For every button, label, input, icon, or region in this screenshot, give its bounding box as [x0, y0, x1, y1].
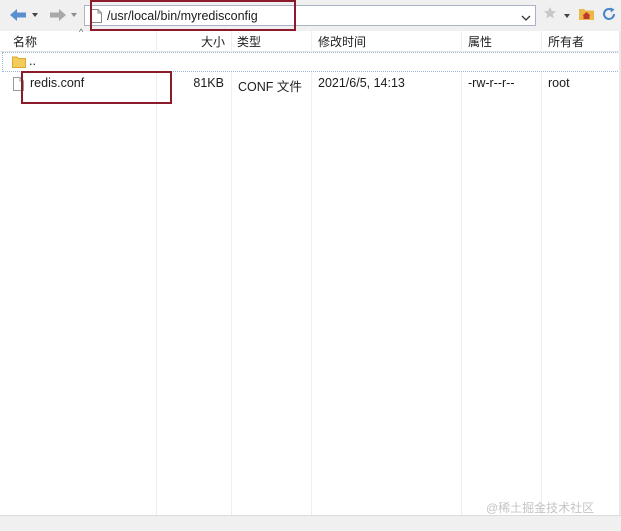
back-history-dropdown[interactable] [31, 6, 39, 24]
sort-ascending-icon: ^ [79, 27, 84, 37]
parent-directory-name: .. [29, 54, 36, 68]
back-arrow-icon [8, 7, 28, 23]
refresh-icon [601, 7, 617, 25]
folder-icon [12, 55, 26, 71]
column-divider [231, 31, 232, 515]
watermark: @稀土掘金技术社区 [486, 501, 595, 515]
star-icon [543, 7, 557, 23]
home-folder-icon [578, 9, 595, 24]
home-button[interactable] [578, 6, 595, 24]
column-size-header[interactable]: 大小 [201, 33, 225, 50]
forward-history-dropdown[interactable] [70, 6, 78, 24]
bookmark-button[interactable] [543, 6, 557, 23]
horizontal-scrollbar[interactable] [0, 515, 621, 531]
file-owner: root [548, 76, 570, 90]
file-size: 81KB [193, 76, 224, 90]
column-attributes-header[interactable]: 属性 [468, 33, 492, 50]
back-button[interactable] [8, 6, 28, 24]
forward-arrow-icon [48, 7, 68, 23]
file-attributes: -rw-r--r-- [468, 76, 515, 90]
column-modified-header[interactable]: 修改时间 [318, 33, 366, 50]
column-type-header[interactable]: 类型 [237, 33, 261, 50]
file-modified: 2021/6/5, 14:13 [318, 76, 405, 90]
parent-directory-row[interactable]: .. [2, 52, 620, 72]
chevron-down-icon [31, 11, 39, 19]
column-owner-header[interactable]: 所有者 [548, 33, 584, 50]
file-highlight-box [21, 71, 172, 104]
forward-button[interactable] [48, 6, 68, 24]
column-divider [541, 31, 542, 515]
chevron-down-icon [70, 11, 78, 19]
address-highlight-box [90, 0, 296, 31]
refresh-button[interactable] [601, 6, 617, 25]
column-divider [461, 31, 462, 515]
file-type: CONF 文件 [238, 80, 302, 94]
chevron-down-icon [563, 9, 571, 23]
bookmark-dropdown[interactable] [563, 9, 571, 23]
column-name-header[interactable]: 名称 [13, 33, 37, 50]
column-divider [311, 31, 312, 515]
chevron-down-icon[interactable] [521, 11, 531, 25]
